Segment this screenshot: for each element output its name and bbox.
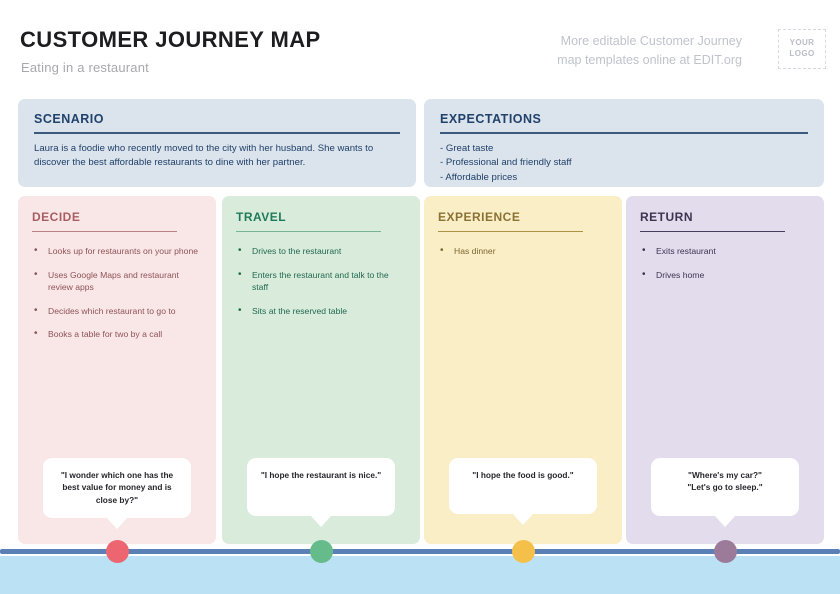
timeline-dot-travel[interactable] bbox=[310, 540, 333, 563]
customer-journey-map-page: CUSTOMER JOURNEY MAP Eating in a restaur… bbox=[0, 0, 840, 594]
timeline-dot-return[interactable] bbox=[714, 540, 737, 563]
timeline-dots bbox=[0, 0, 840, 594]
timeline-dot-experience[interactable] bbox=[512, 540, 535, 563]
timeline-dot-decide[interactable] bbox=[106, 540, 129, 563]
